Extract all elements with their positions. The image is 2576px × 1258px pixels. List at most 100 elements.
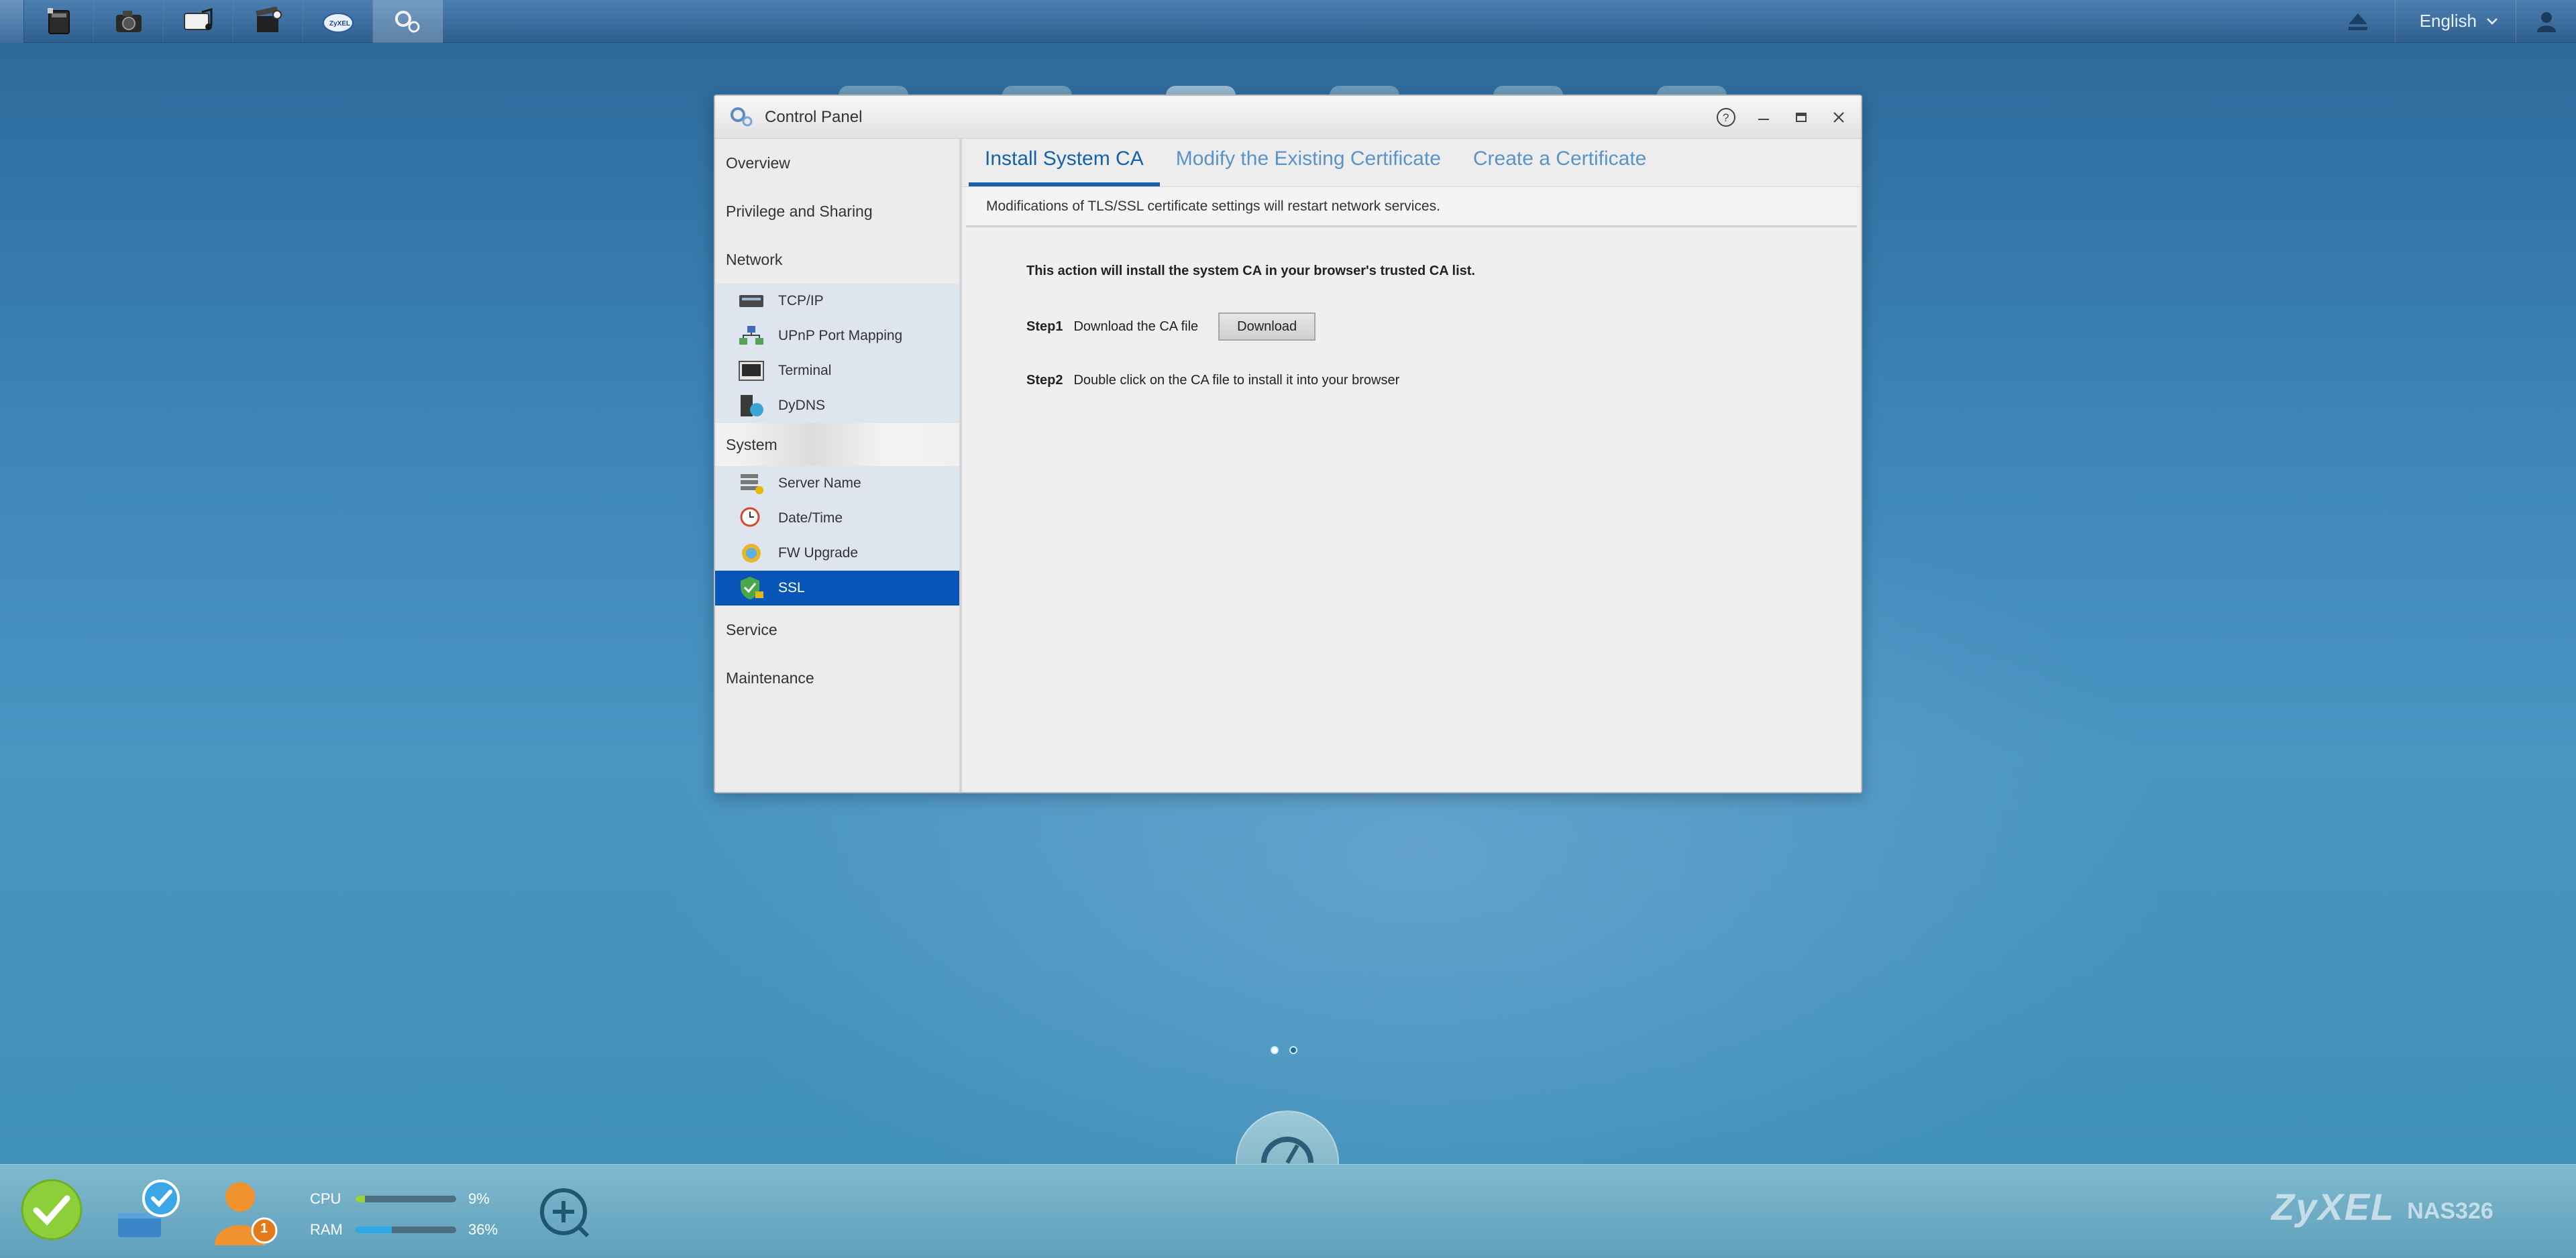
sidebar-item-label: System <box>726 435 777 453</box>
fw-upgrade-icon <box>737 540 766 567</box>
ram-value: 36% <box>468 1221 498 1238</box>
control-panel-window: Control Panel ? Overview Privilege and S… <box>714 95 1862 793</box>
storage-status-button[interactable] <box>114 1178 181 1249</box>
page-dot-2[interactable] <box>1289 1046 1297 1054</box>
sidebar-item-upnp-port-mapping[interactable]: UPnP Port Mapping <box>715 319 959 353</box>
user-menu-button[interactable] <box>2516 0 2576 43</box>
sidebar-item-date-time[interactable]: Date/Time <box>715 501 959 536</box>
eject-icon <box>2348 13 2367 30</box>
ram-metric: RAM 36% <box>310 1214 498 1245</box>
close-button[interactable] <box>1829 107 1849 127</box>
install-ca-description: This action will install the system CA i… <box>1026 264 1475 278</box>
zyxel-logo: ZyXEL NAS326 <box>2271 1185 2493 1228</box>
ram-usage-bar <box>356 1226 456 1233</box>
tcpip-icon <box>737 288 766 314</box>
sidebar-item-label: UPnP Port Mapping <box>778 328 903 343</box>
close-icon <box>1833 111 1844 123</box>
minimize-button[interactable] <box>1754 107 1774 127</box>
sidebar-item-label: Maintenance <box>726 669 814 687</box>
sidebar-item-fw-upgrade[interactable]: FW Upgrade <box>715 536 959 571</box>
sidebar-item-server-name[interactable]: Server Name <box>715 466 959 501</box>
sidebar-item-ssl[interactable]: SSL <box>715 571 959 606</box>
tab-modify-existing-certificate[interactable]: Modify the Existing Certificate <box>1160 148 1457 186</box>
download-button[interactable]: Download <box>1218 312 1316 341</box>
sidebar-item-maintenance[interactable]: Maintenance <box>715 654 959 702</box>
sidebar-item-privilege-sharing[interactable]: Privilege and Sharing <box>715 187 959 235</box>
minimize-icon <box>1758 118 1769 120</box>
sidebar-item-overview[interactable]: Overview <box>715 139 959 187</box>
taskbar-edge <box>0 0 24 43</box>
taskbar-right: English <box>2321 0 2576 43</box>
music-icon <box>183 7 212 30</box>
page-dot-1[interactable] <box>1271 1046 1279 1054</box>
shield-lock-icon <box>737 575 766 602</box>
sidebar-item-network[interactable]: Network <box>715 235 959 284</box>
storage-ok-icon <box>118 1180 180 1237</box>
file-browser-button[interactable] <box>24 0 94 43</box>
control-panel-icon <box>394 10 419 32</box>
sidebar-item-label: DyDNS <box>778 398 826 413</box>
sidebar: Overview Privilege and Sharing Network T… <box>715 139 962 792</box>
content-area: Install System CA Modify the Existing Ce… <box>962 139 1861 792</box>
sidebar-item-label: Server Name <box>778 475 861 491</box>
cpu-usage-bar <box>356 1196 456 1202</box>
sidebar-item-terminal[interactable]: Terminal <box>715 353 959 388</box>
cpu-metric: CPU 9% <box>310 1184 498 1214</box>
resource-monitor: CPU 9% RAM 36% <box>310 1184 498 1245</box>
step1-label: Step1 <box>1026 319 1063 334</box>
terminal-icon <box>737 357 766 384</box>
zyxel-cloud-icon: ZyXEL <box>322 12 354 33</box>
step2-text: Double click on the CA file to install i… <box>1073 373 1400 388</box>
top-taskbar: ZyXEL English <box>0 0 2576 43</box>
sidebar-item-label: Privilege and Sharing <box>726 202 873 220</box>
user-notification-button[interactable]: 1 <box>209 1178 283 1251</box>
speedometer-icon <box>1261 1137 1313 1164</box>
maximize-button[interactable] <box>1791 107 1811 127</box>
add-widget-button[interactable] <box>537 1185 590 1242</box>
language-label: English <box>2419 11 2477 31</box>
clock-icon <box>737 505 766 532</box>
zyxel-cloud-button[interactable]: ZyXEL <box>303 0 373 43</box>
user-icon <box>215 1182 278 1245</box>
step1-text: Download the CA file <box>1073 319 1199 334</box>
cpu-usage-fill <box>356 1196 365 1202</box>
server-name-icon <box>737 470 766 497</box>
svg-text:ZyXEL: ZyXEL <box>329 20 350 27</box>
add-circle-icon <box>540 1188 590 1238</box>
music-button[interactable] <box>164 0 233 43</box>
sidebar-item-service[interactable]: Service <box>715 606 959 654</box>
control-panel-button[interactable] <box>373 0 443 43</box>
window-titlebar[interactable]: Control Panel ? <box>715 96 1861 139</box>
desktop-page-indicator <box>1271 1046 1297 1054</box>
tab-install-system-ca[interactable]: Install System CA <box>969 148 1160 186</box>
sidebar-item-system[interactable]: System <box>715 423 959 466</box>
system-status-button[interactable] <box>20 1178 83 1245</box>
notification-count-badge: 1 <box>260 1221 268 1236</box>
language-selector[interactable]: English <box>2394 0 2516 43</box>
tab-create-certificate[interactable]: Create a Certificate <box>1457 148 1662 186</box>
user-icon <box>2536 11 2556 32</box>
help-button[interactable]: ? <box>1716 107 1736 127</box>
eject-button[interactable] <box>2321 12 2395 31</box>
ram-label: RAM <box>310 1221 343 1238</box>
help-icon: ? <box>1717 107 1735 127</box>
video-button[interactable] <box>233 0 303 43</box>
ram-usage-fill <box>356 1226 392 1233</box>
photo-icon <box>115 10 142 32</box>
sidebar-item-label: FW Upgrade <box>778 545 859 561</box>
sidebar-item-label: TCP/IP <box>778 293 824 308</box>
step-1: Step1 Download the CA file Download <box>1026 312 1861 341</box>
bottom-status-bar: 1 CPU 9% RAM 36% ZyXEL NAS326 <box>0 1164 2576 1258</box>
brand-name: ZyXEL <box>2271 1186 2396 1228</box>
sidebar-item-tcpip[interactable]: TCP/IP <box>715 284 959 319</box>
cpu-label: CPU <box>310 1190 341 1207</box>
window-controls: ? <box>1716 107 1849 127</box>
svg-text:?: ? <box>1723 111 1729 124</box>
sidebar-item-label: Date/Time <box>778 510 843 526</box>
sidebar-item-label: Service <box>726 620 777 638</box>
sidebar-item-dydns[interactable]: DyDNS <box>715 388 959 423</box>
photo-button[interactable] <box>94 0 164 43</box>
restart-notice: Modifications of TLS/SSL certificate set… <box>966 187 1857 227</box>
sidebar-item-label: Overview <box>726 154 790 172</box>
tab-bar: Install System CA Modify the Existing Ce… <box>962 139 1861 187</box>
